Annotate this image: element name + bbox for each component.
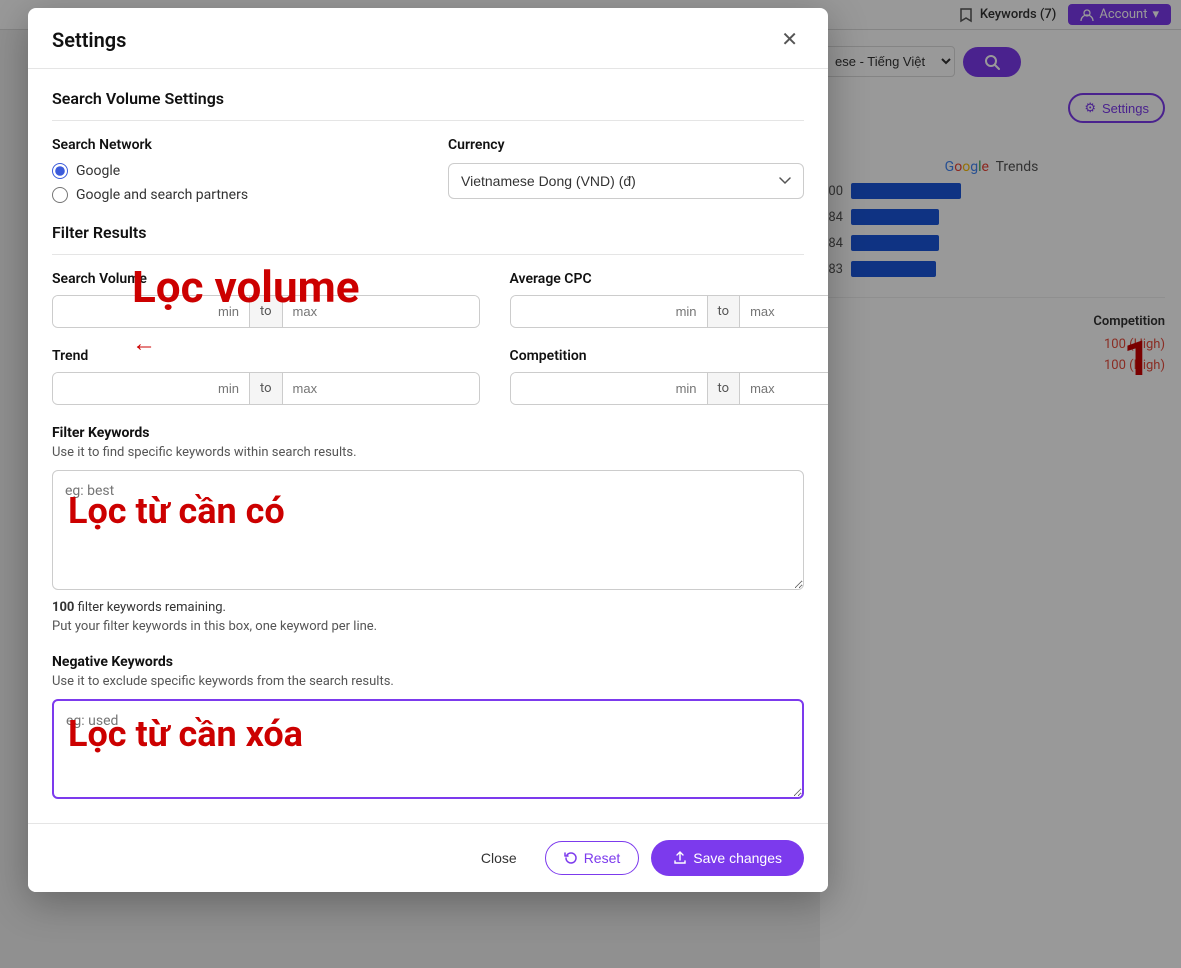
search-volume-range: to [52,295,480,328]
currency-col: Currency Vietnamese Dong (VND) (đ) [448,137,804,203]
filter-results-section: Filter Results Search Volume to Average [52,223,804,405]
modal-body: Search Volume Settings Search Network Go… [28,69,828,823]
competition-range: to [510,372,828,405]
trend-col: Trend to [52,348,480,405]
search-volume-to-separator: to [249,296,283,327]
filter-keywords-section: Filter Keywords Use it to find specific … [52,425,804,634]
reset-button[interactable]: Reset [545,841,640,875]
modal-footer: Close Reset Save changes [28,823,828,892]
average-cpc-col: Average CPC to [510,271,828,328]
negative-keywords-desc: Use it to exclude specific keywords from… [52,674,804,689]
search-volume-min-input[interactable] [53,296,249,327]
reset-label: Reset [584,850,621,866]
competition-filter-label: Competition [510,348,828,364]
search-volume-section-title: Search Volume Settings [52,89,804,121]
filter-keywords-hint: Put your filter keywords in this box, on… [52,619,804,634]
trend-to-separator: to [249,373,283,404]
radio-google-partners[interactable]: Google and search partners [52,187,408,203]
radio-google-input[interactable] [52,163,68,179]
radio-partners-input[interactable] [52,187,68,203]
average-cpc-min-input[interactable] [511,296,707,327]
average-cpc-label: Average CPC [510,271,828,287]
trend-min-input[interactable] [53,373,249,404]
competition-max-input[interactable] [740,373,828,404]
save-label: Save changes [693,850,782,866]
radio-google[interactable]: Google [52,163,408,179]
close-button[interactable]: Close [465,842,533,874]
trend-range: to [52,372,480,405]
share-icon [673,851,687,865]
average-cpc-to-separator: to [707,296,741,327]
filter-keywords-title: Filter Keywords [52,425,804,441]
filter-keywords-desc: Use it to find specific keywords within … [52,445,804,460]
negative-keywords-textarea[interactable] [52,699,804,799]
remaining-count: 100 [52,600,74,615]
average-cpc-range: to [510,295,828,328]
average-cpc-max-input[interactable] [740,296,828,327]
filter-results-title: Filter Results [52,223,804,255]
currency-select[interactable]: Vietnamese Dong (VND) (đ) [448,163,804,199]
filter-keywords-textarea-wrapper: Lọc từ cần có [52,470,804,594]
negative-keywords-textarea-wrapper: Lọc từ cần xóa [52,699,804,803]
negative-keywords-section: Negative Keywords Use it to exclude spec… [52,654,804,803]
save-changes-button[interactable]: Save changes [651,840,804,876]
radio-group: Google Google and search partners [52,163,408,203]
search-volume-max-input[interactable] [283,296,479,327]
filter-row-2: Trend to Competition to [52,348,804,405]
filter-keywords-remaining: 100 filter keywords remaining. [52,600,804,615]
negative-keywords-title: Negative Keywords [52,654,804,670]
filter-keywords-textarea[interactable] [52,470,804,590]
modal-close-button[interactable]: ✕ [775,28,804,52]
currency-label: Currency [448,137,804,153]
filter-row-1: Search Volume to Average CPC to [52,271,804,328]
search-network-currency-row: Search Network Google Google and search … [52,137,804,203]
modal-title: Settings [52,28,126,52]
competition-col: Competition to [510,348,828,405]
search-volume-filter-label: Search Volume [52,271,480,287]
radio-google-label: Google [76,163,120,179]
settings-modal: Settings ✕ Search Volume Settings Search… [28,8,828,892]
search-network-label: Search Network [52,137,408,153]
modal-header: Settings ✕ [28,8,828,69]
trend-label: Trend [52,348,480,364]
reset-icon [564,851,578,865]
radio-partners-label: Google and search partners [76,187,248,203]
remaining-text: filter keywords remaining. [74,600,226,615]
competition-min-input[interactable] [511,373,707,404]
competition-to-separator: to [707,373,741,404]
search-volume-col: Search Volume to [52,271,480,328]
filter-row-wrapper: Search Volume to Average CPC to [52,271,804,328]
trend-max-input[interactable] [283,373,479,404]
search-network-col: Search Network Google Google and search … [52,137,408,203]
